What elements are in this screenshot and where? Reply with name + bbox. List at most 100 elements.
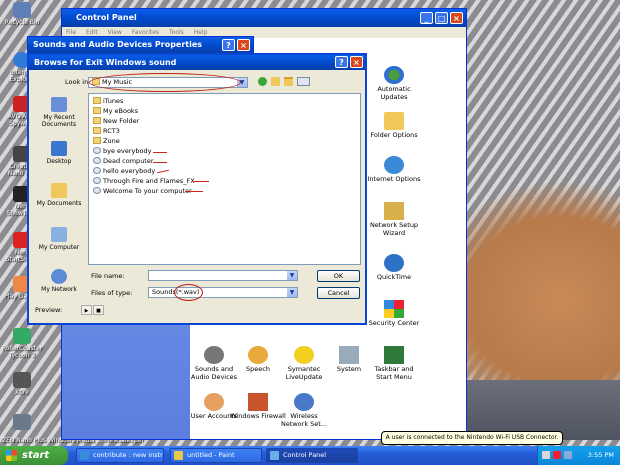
look-in-label: Look in: — [65, 78, 91, 86]
menu-help[interactable]: Help — [194, 29, 208, 36]
close-button[interactable]: × — [237, 39, 250, 51]
cp-item-folder-options[interactable]: Folder Options — [366, 112, 422, 140]
files-of-type-label: Files of type: — [91, 289, 133, 297]
place-desktop[interactable]: Desktop — [35, 141, 83, 165]
desktop-icon-zen[interactable] — [2, 414, 42, 431]
list-item[interactable]: RCT3 — [93, 126, 120, 136]
chevron-down-icon[interactable]: ▼ — [287, 271, 297, 280]
network-icon[interactable] — [542, 451, 550, 459]
menu-view[interactable]: View — [108, 29, 122, 36]
place-my-network[interactable]: My Network — [35, 269, 83, 293]
wireless-icon — [294, 393, 314, 411]
sounds-icon — [204, 346, 224, 364]
user-accounts-icon — [204, 393, 224, 411]
audio-file-icon — [93, 147, 101, 154]
minimize-button[interactable]: _ — [420, 12, 433, 24]
list-item[interactable]: New Folder — [93, 116, 139, 126]
xfire-icon — [13, 372, 31, 388]
back-icon[interactable] — [258, 77, 267, 86]
chevron-down-icon[interactable]: ▼ — [287, 288, 297, 297]
files-of-type-select[interactable]: Sounds(*.wav) ▼ — [148, 287, 298, 298]
system-icon — [339, 346, 359, 364]
ok-button[interactable]: OK — [317, 270, 360, 282]
file-name-label: File name: — [91, 272, 125, 280]
paint-icon — [174, 451, 183, 460]
taskbar: start contribute : new instr... untitled… — [0, 446, 620, 465]
security-center-icon — [384, 300, 404, 318]
desktop-icon-rollercoaster[interactable]: RollerCoaster Tycoon 3 — [2, 328, 42, 359]
desktop-icon-xfire[interactable]: Xfire — [2, 372, 42, 396]
notification-tooltip: A user is connected to the Nintendo Wi-F… — [381, 431, 563, 445]
taskbar-icon — [384, 346, 404, 364]
stop-icon[interactable]: ■ — [93, 305, 104, 315]
help-button[interactable]: ? — [222, 39, 235, 51]
my-network-icon — [51, 269, 67, 284]
list-item[interactable]: bye everybody — [93, 146, 151, 156]
menu-edit[interactable]: Edit — [86, 29, 98, 36]
cp-item-automatic-updates[interactable]: Automatic Updates — [366, 66, 422, 101]
liveupdate-icon — [294, 346, 314, 364]
folder-icon — [93, 137, 101, 144]
window-title: Control Panel — [76, 13, 137, 22]
list-item[interactable]: My eBooks — [93, 106, 138, 116]
browse-dialog-titlebar: Browse for Exit Windows sound ? × — [29, 55, 365, 70]
annotation-underline — [153, 152, 167, 153]
list-item[interactable]: hello everybody — [93, 166, 155, 176]
view-menu-icon[interactable] — [297, 77, 310, 86]
cp-item-taskbar[interactable]: Taskbar and Start Menu — [366, 346, 422, 381]
file-name-input[interactable]: ▼ — [148, 270, 298, 281]
preview-label: Preview: — [35, 306, 63, 314]
list-item[interactable]: iTunes — [93, 96, 123, 106]
close-button[interactable]: × — [350, 56, 363, 68]
task-button[interactable]: contribute : new instr... — [76, 448, 164, 463]
folder-icon — [93, 117, 101, 124]
cp-item-security-center[interactable]: Security Center — [366, 300, 422, 328]
audio-file-icon — [93, 177, 101, 184]
file-list: iTunes My eBooks New Folder RCT3 Zune by… — [88, 93, 361, 265]
annotation-underline — [185, 191, 203, 192]
browse-dialog: Browse for Exit Windows sound ? × Look i… — [27, 53, 367, 325]
security-alert-icon[interactable] — [553, 451, 561, 459]
folder-options-icon — [384, 112, 404, 130]
folder-icon — [93, 127, 101, 134]
my-computer-icon — [51, 227, 67, 242]
system-tray: 3:55 PM — [537, 446, 620, 465]
desktop-icon-recycle-bin[interactable]: Recycle Bin — [2, 2, 42, 26]
list-item[interactable]: Zune — [93, 136, 120, 146]
help-button[interactable]: ? — [335, 56, 348, 68]
list-item[interactable]: Dead computer — [93, 156, 154, 166]
menu-favorites[interactable]: Favorites — [132, 29, 159, 36]
menu-tools[interactable]: Tools — [169, 29, 184, 36]
cancel-button[interactable]: Cancel — [317, 287, 360, 299]
place-my-computer[interactable]: My Computer — [35, 227, 83, 251]
place-recent[interactable]: My Recent Documents — [35, 97, 83, 128]
up-folder-icon[interactable] — [271, 77, 280, 86]
folder-icon — [93, 97, 101, 104]
cp-item-internet-options[interactable]: Internet Options — [366, 156, 422, 184]
menu-file[interactable]: File — [66, 29, 76, 36]
annotation-underline — [153, 162, 167, 163]
recent-documents-icon — [51, 97, 67, 112]
firewall-icon — [248, 393, 268, 411]
place-my-documents[interactable]: My Documents — [35, 183, 83, 207]
sounds-dialog-titlebar: Sounds and Audio Devices Properties ? × — [28, 37, 253, 53]
list-item[interactable]: Welcome To your computer — [93, 186, 192, 196]
new-folder-icon[interactable] — [284, 77, 293, 86]
play-icon[interactable]: ▶ — [81, 305, 92, 315]
cp-item-network-setup[interactable]: Network Setup Wizard — [366, 202, 422, 237]
task-button-active[interactable]: Control Panel — [266, 448, 358, 463]
start-button[interactable]: start — [0, 446, 68, 465]
rollercoaster-icon — [13, 328, 31, 344]
close-button[interactable]: × — [450, 12, 463, 24]
list-item[interactable]: Through Fire and Flames_FX — [93, 176, 195, 186]
quicktime-icon — [384, 254, 404, 272]
volume-icon[interactable] — [564, 451, 572, 459]
desktop-icon — [51, 141, 67, 156]
annotation-circle — [174, 284, 203, 301]
cp-item-quicktime[interactable]: QuickTime — [366, 254, 422, 282]
cp-item-wireless[interactable]: Wireless Network Set... — [276, 393, 332, 428]
maximize-button[interactable]: □ — [435, 12, 448, 24]
audio-file-icon — [93, 167, 101, 174]
task-button[interactable]: untitled - Paint — [170, 448, 262, 463]
recycle-bin-icon — [13, 2, 31, 18]
